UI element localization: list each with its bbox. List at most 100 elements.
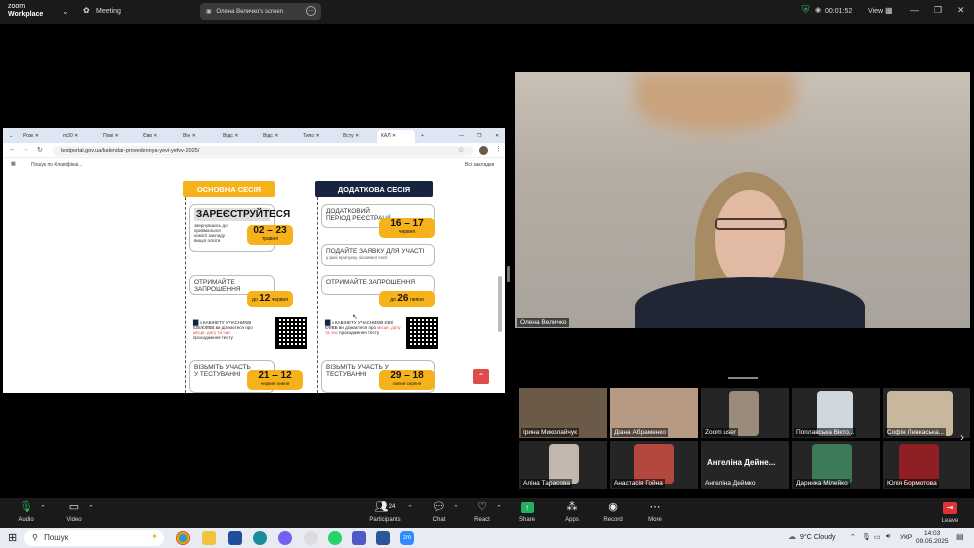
browser-tab[interactable]: Розк ✕ [19,130,43,143]
browser-tab[interactable]: m30 ✕ [59,130,82,143]
more-options-icon[interactable]: … [306,6,316,16]
main-timeline-line [185,197,186,393]
bookmark-star-icon[interactable]: ☆ [458,146,464,154]
zoom-top-bar: zoom Workplace ⌄ ✿ Meeting ▣ Олена Велич… [0,0,974,24]
chat-options-icon[interactable]: ⌃ [453,504,459,512]
audio-options-icon[interactable]: ⌃ [40,504,46,512]
taskbar-search[interactable]: ⚲ Пошук ✦ [24,530,164,546]
more-button[interactable]: ⋯ More [635,502,675,524]
zoom-icon[interactable]: zm [400,531,414,545]
minimize-icon[interactable]: — [910,5,919,15]
weather-icon: ☁ [788,532,796,541]
react-options-icon[interactable]: ⌃ [496,504,502,512]
whatsapp-icon[interactable] [328,531,342,545]
participant-tile[interactable]: Юлія Бормотова [883,441,970,489]
scroll-to-top-button[interactable]: ⌃ [473,369,489,384]
test-main-pill: 21 – 12 червня липня [247,370,303,390]
view-button[interactable]: View [868,8,883,15]
language-indicator[interactable]: УКР [900,534,912,541]
close-icon[interactable]: ✕ [957,5,965,16]
gallery-drag-handle[interactable] [728,377,758,379]
shared-screen-label: Олена Величко's screen [216,9,284,15]
participant-tile[interactable]: Анастасія Гойна [610,441,698,489]
meeting-label[interactable]: Meeting [96,8,121,15]
shared-screen-pill[interactable]: ▣ Олена Величко's screen … [200,3,321,20]
leave-button[interactable]: ⇥ Leave [930,502,970,524]
participant-tile[interactable]: Даринка Мілейко [792,441,880,489]
edge-icon[interactable] [253,531,267,545]
panel-resize-handle[interactable] [507,266,510,282]
windows-start-icon[interactable]: ⊞ [8,531,17,544]
new-tab-icon[interactable]: + [417,130,428,143]
participant-tile[interactable]: Софія Левкаська... [883,388,970,438]
bookmarks-bar: ▦ Пошук по Клавіфікаі... Всі закладки [3,159,505,171]
teams-icon[interactable] [352,531,366,545]
word-icon[interactable] [376,531,390,545]
volume-icon[interactable]: 🔊︎ [886,533,890,541]
background-lamp [635,72,795,132]
extra-timeline-line [317,197,318,393]
participants-options-icon[interactable]: ⌃ [407,504,413,512]
apps-icon: ⁂ [566,501,578,513]
participant-tile[interactable]: Аліна Тарасова [519,441,607,489]
browser-minimize-icon[interactable]: — [455,130,468,143]
participant-tile[interactable]: Поплавська Вікто... [792,388,880,438]
active-speaker-video[interactable]: Олена Величко [515,72,970,328]
browser-tab[interactable]: Євв ✕ [139,130,162,143]
tray-chevron-icon[interactable]: ⌃ [850,533,856,541]
weather-text[interactable]: 9°C Cloudy [800,534,835,541]
clock-date[interactable]: 09.05.2025 [916,538,949,545]
speaker-face [715,190,785,288]
participant-tile[interactable]: Ірина Миколайчук [519,388,607,438]
participant-big-name: Ангеліна Дейне... [707,458,776,467]
all-bookmarks[interactable]: Всі закладки [465,162,494,168]
browser-tab[interactable]: Відс ✕ [219,130,242,143]
grid-icon[interactable]: ▦ [885,6,893,15]
browser-tab[interactable]: Всту ✕ [339,130,363,143]
url-field[interactable]: testportal.gov.ua/kalendar-provedennya-y… [53,146,473,156]
qr-code-extra [406,317,438,349]
chrome-icon[interactable] [176,531,190,545]
back-icon[interactable]: ← [9,146,16,153]
share-button[interactable]: ↑ Share [507,502,547,523]
clock-time[interactable]: 14:03 [924,530,940,537]
participant-tile[interactable]: Ангеліна Дейне... Ангеліна Деймко [701,441,789,489]
browser-tab[interactable]: Пові ✕ [99,130,123,143]
recording-timer-icon: ◉ [815,7,822,14]
zoom-logo: zoom Workplace [8,3,44,18]
apps-grid-icon[interactable]: ▦ [11,161,16,167]
participant-tile[interactable]: Zoom user [701,388,789,438]
browser-tab[interactable]: Типо ✕ [299,130,324,143]
encryption-shield-icon[interactable]: ⛨ [802,5,810,16]
chevron-down-icon[interactable]: ⌄ [62,7,69,16]
browser-tab-active[interactable]: КАЛ ✕ [377,130,415,143]
page-scrollbar[interactable] [498,276,502,332]
record-button[interactable]: ◉ Record [593,502,633,524]
video-options-icon[interactable]: ⌃ [88,504,94,512]
participants-button[interactable]: 👥︎24 Participants [364,502,406,524]
register-heading: ЗАРЕЄСТРУЙТЕСЯ [194,208,291,221]
browser-close-icon[interactable]: ✕ [491,130,503,143]
qr-code-main [275,317,307,349]
browser-menu-icon[interactable]: ⋮ [495,145,502,153]
tab-list-icon[interactable]: ⌄ [5,130,17,143]
bookmark-search[interactable]: Пошук по Клавіфікаі... [31,162,82,168]
restore-icon[interactable]: ❐ [934,5,942,16]
network-icon[interactable]: ▭ [874,533,881,541]
gallery-next-icon[interactable]: › [960,430,964,444]
apps-button[interactable]: ⁂ Apps [552,501,592,524]
browser-address-bar: ← → ↻ testportal.gov.ua/kalendar-provede… [3,143,505,158]
participant-tile[interactable]: Діана Абраменко [610,388,698,438]
reload-icon[interactable]: ↻ [37,146,43,154]
browser-restore-icon[interactable]: ❐ [473,130,485,143]
security-icon[interactable] [228,531,242,545]
profile-avatar[interactable] [479,146,488,155]
folder-icon[interactable] [202,531,216,545]
notifications-icon[interactable]: ▤ [956,532,964,541]
viber-icon[interactable] [278,531,292,545]
browser-tab[interactable]: Він ✕ [179,130,200,143]
screen-share-icon: ▣ [206,9,212,15]
forward-icon[interactable]: → [22,146,29,153]
browser-tab[interactable]: Відс ✕ [259,130,282,143]
chat-app-icon[interactable] [304,531,318,545]
